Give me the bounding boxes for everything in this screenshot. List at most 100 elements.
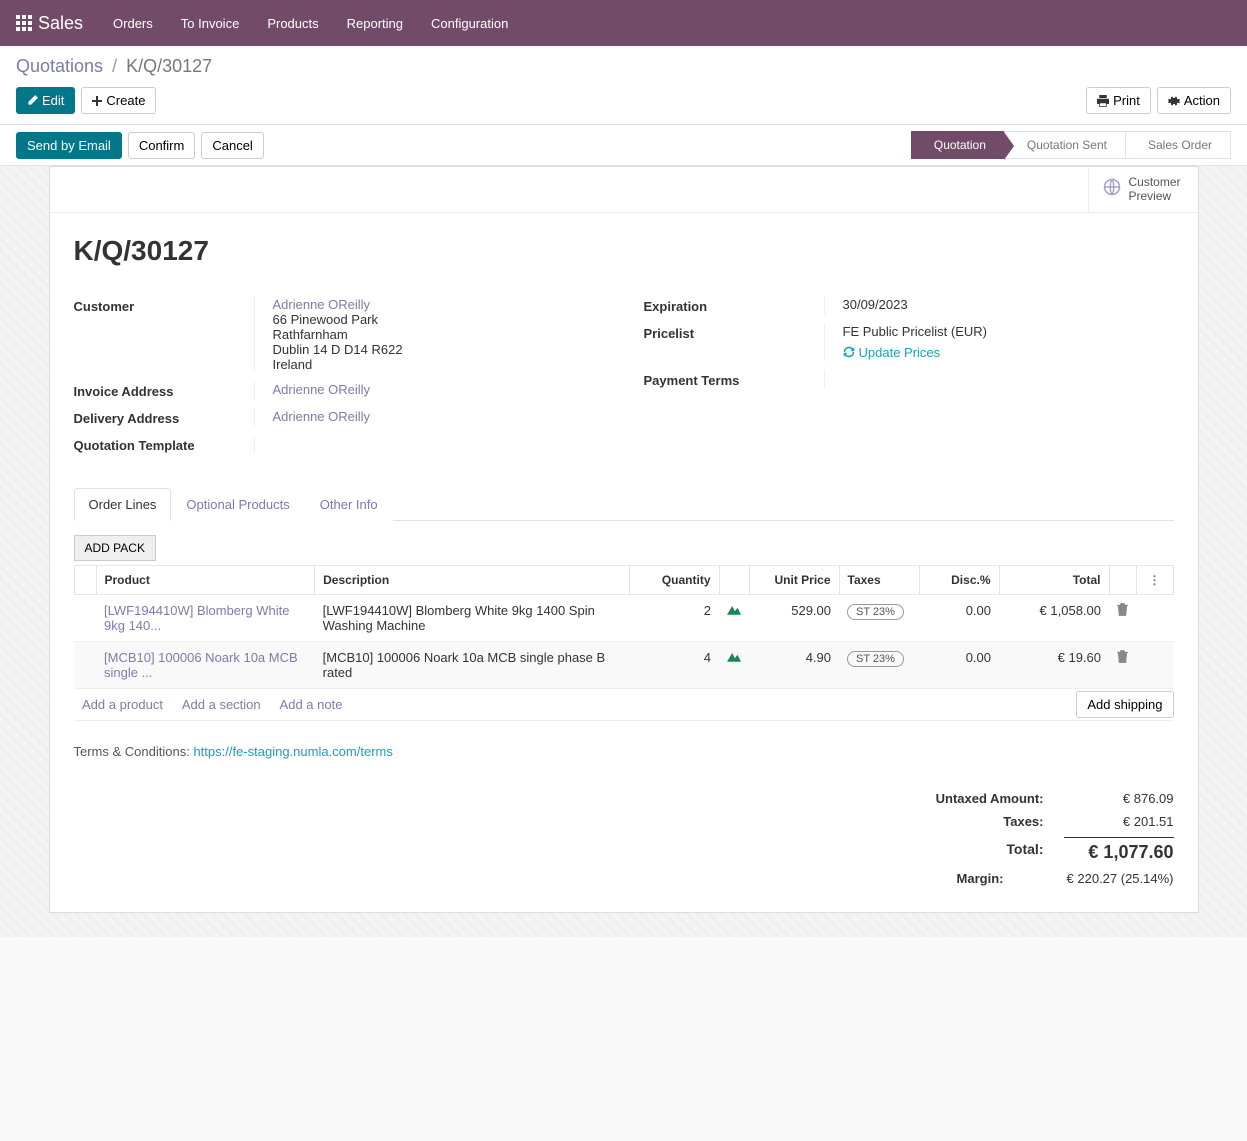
apps-icon[interactable] [16, 15, 32, 31]
update-prices-label: Update Prices [859, 345, 941, 360]
pricelist-value: FE Public Pricelist (EUR) [843, 324, 987, 339]
app-brand[interactable]: Sales [16, 13, 83, 34]
tab-order-lines[interactable]: Order Lines [74, 488, 172, 521]
tab-optional-products[interactable]: Optional Products [171, 488, 304, 521]
invoice-address-label: Invoice Address [74, 382, 254, 399]
stat-line1: Customer [1129, 175, 1181, 189]
total-label: Total: [854, 837, 1064, 863]
cancel-button[interactable]: Cancel [201, 132, 263, 159]
customer-link[interactable]: Adrienne OReilly [273, 297, 371, 312]
customer-preview-button[interactable]: Customer Preview [1088, 167, 1198, 212]
tabs: Order Lines Optional Products Other Info [74, 487, 1174, 521]
delivery-address-label: Delivery Address [74, 409, 254, 426]
nav-products[interactable]: Products [267, 16, 318, 31]
add-shipping-button[interactable]: Add shipping [1076, 691, 1173, 718]
top-navbar: Sales Orders To Invoice Products Reporti… [0, 0, 1247, 46]
line-disc[interactable]: 0.00 [919, 594, 999, 641]
stage-quotation[interactable]: Quotation [911, 131, 1005, 159]
tab-other-info[interactable]: Other Info [305, 488, 393, 521]
create-button[interactable]: Create [81, 87, 156, 114]
add-product-link[interactable]: Add a product [82, 697, 163, 712]
update-prices-link[interactable]: Update Prices [843, 345, 941, 360]
breadcrumb-root[interactable]: Quotations [16, 56, 103, 76]
customer-addr3: Dublin 14 D D14 R622 [273, 342, 403, 357]
add-section-link[interactable]: Add a section [182, 697, 261, 712]
quotation-template-label: Quotation Template [74, 436, 254, 453]
print-button[interactable]: Print [1086, 87, 1151, 114]
col-handle [74, 565, 96, 594]
untaxed-value: € 876.09 [1064, 791, 1174, 806]
col-delete [1109, 565, 1136, 594]
line-product[interactable]: [LWF194410W] Blomberg White 9kg 140... [104, 603, 289, 633]
col-menu[interactable]: ⋮ [1136, 565, 1173, 594]
line-disc[interactable]: 0.00 [919, 641, 999, 688]
print-icon [1097, 95, 1109, 107]
terms-label: Terms & Conditions: [74, 744, 194, 759]
confirm-button[interactable]: Confirm [128, 132, 196, 159]
stat-button-box: Customer Preview [50, 167, 1198, 213]
totals-box: Untaxed Amount: € 876.09 Taxes: € 201.51… [854, 787, 1174, 890]
kebab-icon[interactable]: ⋮ [1145, 573, 1165, 587]
col-unit-price: Unit Price [749, 565, 839, 594]
status-stages: Quotation Quotation Sent Sales Order [912, 131, 1231, 159]
margin-label: Margin: [854, 871, 1024, 886]
col-quantity: Quantity [629, 565, 719, 594]
col-product: Product [96, 565, 315, 594]
line-description: [MCB10] 100006 Noark 10a MCB single phas… [315, 641, 629, 688]
nav-orders[interactable]: Orders [113, 16, 153, 31]
stage-quotation-sent[interactable]: Quotation Sent [1004, 131, 1126, 159]
table-row[interactable]: [MCB10] 100006 Noark 10a MCB single ... … [74, 641, 1173, 688]
brand-label: Sales [38, 13, 83, 34]
terms-link[interactable]: https://fe-staging.numla.com/terms [193, 744, 392, 759]
line-product[interactable]: [MCB10] 100006 Noark 10a MCB single ... [104, 650, 298, 680]
line-unit-price[interactable]: 529.00 [749, 594, 839, 641]
payment-terms-label: Payment Terms [644, 371, 824, 388]
nav-to-invoice[interactable]: To Invoice [181, 16, 240, 31]
trash-icon[interactable] [1117, 651, 1128, 666]
action-button[interactable]: Action [1157, 87, 1231, 114]
breadcrumb-separator: / [112, 56, 117, 76]
line-qty[interactable]: 4 [629, 641, 719, 688]
line-total: € 19.60 [999, 641, 1109, 688]
line-qty[interactable]: 2 [629, 594, 719, 641]
print-label: Print [1113, 93, 1140, 108]
send-by-email-button[interactable]: Send by Email [16, 132, 122, 159]
plus-icon [92, 96, 102, 106]
line-unit-price[interactable]: 4.90 [749, 641, 839, 688]
total-value: € 1,077.60 [1064, 837, 1174, 863]
invoice-address-link[interactable]: Adrienne OReilly [273, 382, 371, 397]
nav-configuration[interactable]: Configuration [431, 16, 508, 31]
col-forecast [719, 565, 749, 594]
add-pack-button[interactable]: ADD PACK [74, 535, 156, 561]
gear-icon [1168, 95, 1180, 107]
untaxed-label: Untaxed Amount: [854, 791, 1064, 806]
top-tabs: Orders To Invoice Products Reporting Con… [113, 16, 508, 31]
line-description: [LWF194410W] Blomberg White 9kg 1400 Spi… [315, 594, 629, 641]
refresh-icon [843, 346, 855, 358]
col-taxes: Taxes [839, 565, 919, 594]
nav-reporting[interactable]: Reporting [347, 16, 403, 31]
customer-addr4: Ireland [273, 357, 313, 372]
statusbar-row: Send by Email Confirm Cancel Quotation Q… [0, 125, 1247, 166]
customer-label: Customer [74, 297, 254, 372]
delivery-address-link[interactable]: Adrienne OReilly [273, 409, 371, 424]
forecast-icon[interactable] [727, 651, 741, 665]
add-note-link[interactable]: Add a note [280, 697, 343, 712]
trash-icon[interactable] [1117, 604, 1128, 619]
customer-addr1: 66 Pinewood Park [273, 312, 379, 327]
expiration-value: 30/09/2023 [824, 297, 1174, 314]
col-disc: Disc.% [919, 565, 999, 594]
edit-button[interactable]: Edit [16, 87, 75, 114]
create-label: Create [106, 93, 145, 108]
customer-addr2: Rathfarnham [273, 327, 348, 342]
tax-badge[interactable]: ST 23% [847, 651, 904, 667]
breadcrumb: Quotations / K/Q/30127 [16, 56, 1231, 77]
tax-badge[interactable]: ST 23% [847, 604, 904, 620]
table-row[interactable]: [LWF194410W] Blomberg White 9kg 140... [… [74, 594, 1173, 641]
stage-sales-order[interactable]: Sales Order [1125, 131, 1231, 159]
control-panel: Quotations / K/Q/30127 Edit Create Print… [0, 46, 1247, 125]
margin-value: € 220.27 (25.14%) [1024, 871, 1174, 886]
forecast-icon[interactable] [727, 604, 741, 618]
action-label: Action [1184, 93, 1220, 108]
form-sheet: Customer Preview K/Q/30127 Customer Adri… [49, 166, 1199, 913]
